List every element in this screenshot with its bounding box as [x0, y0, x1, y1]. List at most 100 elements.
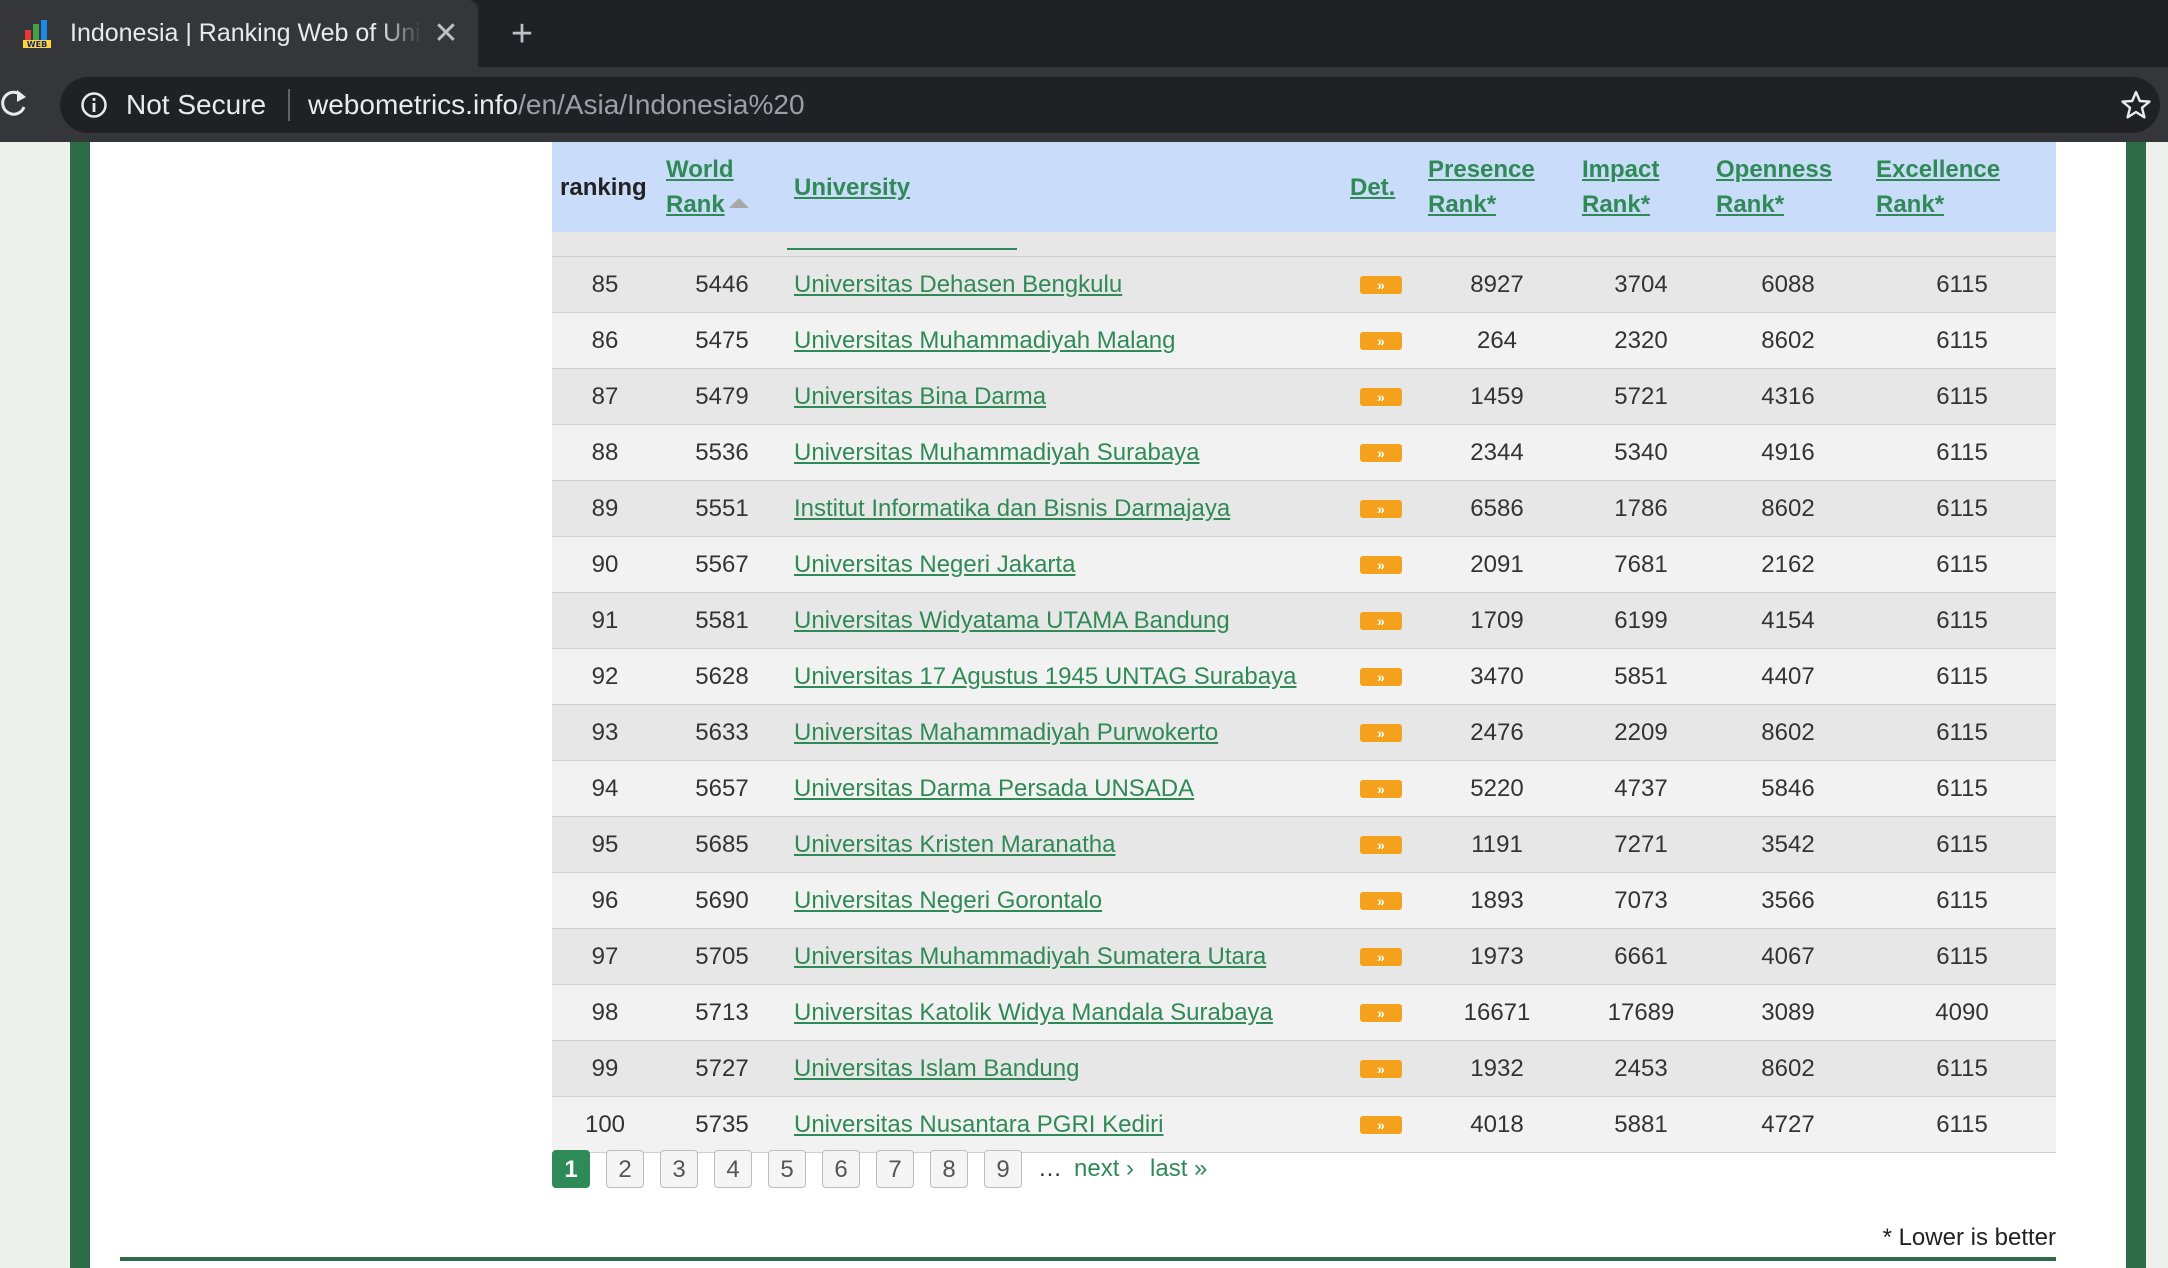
header-impact-line2: Rank*	[1582, 191, 1651, 218]
world-rank-cell: 5727	[658, 1040, 786, 1097]
details-arrow-icon[interactable]: »	[1360, 724, 1402, 743]
details-arrow-icon[interactable]: »	[1360, 500, 1402, 519]
det-cell: »	[1342, 872, 1420, 929]
world-rank-cell: 5475	[658, 312, 786, 369]
details-arrow-icon[interactable]: »	[1360, 276, 1402, 295]
header-excellence-rank[interactable]: Excellence Rank*	[1868, 142, 2056, 232]
pagination: 1 2 3 4 5 6 7 8 9 … next › last »	[552, 1147, 1223, 1191]
details-arrow-icon[interactable]: »	[1360, 1116, 1402, 1135]
table-row: 89 5551 Institut Informatika dan Bisnis Da…	[552, 480, 2056, 537]
details-arrow-icon[interactable]: »	[1360, 836, 1402, 855]
world-rank-cell: 5446	[658, 256, 786, 313]
page-7-button[interactable]: 7	[876, 1150, 914, 1188]
page-6-button[interactable]: 6	[822, 1150, 860, 1188]
openness-rank-cell: 6088	[1708, 256, 1868, 313]
details-arrow-icon[interactable]: »	[1360, 948, 1402, 967]
university-link[interactable]: Universitas Widyatama UTAMA Bandung	[794, 607, 1230, 634]
university-link[interactable]: Universitas Darma Persada UNSADA	[794, 775, 1194, 802]
details-arrow-icon[interactable]: »	[1360, 444, 1402, 463]
header-world-rank[interactable]: World Rank	[658, 142, 786, 232]
university-link[interactable]: Universitas Negeri Gorontalo	[794, 887, 1102, 914]
university-link[interactable]: Universitas Mahammadiyah Purwokerto	[794, 719, 1218, 746]
page-1-button[interactable]: 1	[552, 1150, 590, 1188]
openness-rank-cell: 4727	[1708, 1096, 1868, 1153]
impact-rank-cell: 5340	[1574, 424, 1708, 481]
details-arrow-icon[interactable]: »	[1360, 556, 1402, 575]
impact-rank-cell: 4737	[1574, 760, 1708, 817]
impact-sort-link[interactable]: Impact Rank*	[1582, 156, 1659, 218]
university-link[interactable]: Institut Informatika dan Bisnis Darmajay…	[794, 495, 1230, 522]
header-openness-rank[interactable]: Openness Rank*	[1708, 142, 1868, 232]
close-tab-icon[interactable]: ✕	[430, 18, 462, 50]
details-arrow-icon[interactable]: »	[1360, 1004, 1402, 1023]
page-8-button[interactable]: 8	[930, 1150, 968, 1188]
details-arrow-icon[interactable]: »	[1360, 388, 1402, 407]
header-impact-rank[interactable]: Impact Rank*	[1574, 142, 1708, 232]
header-presence-rank[interactable]: Presence Rank*	[1420, 142, 1574, 232]
university-link[interactable]: Universitas Kristen Maranatha	[794, 831, 1115, 858]
security-status[interactable]: Not Secure	[126, 89, 266, 121]
university-link[interactable]: Universitas Muhammadiyah Malang	[794, 327, 1176, 354]
university-link[interactable]: Universitas Negeri Jakarta	[794, 551, 1075, 578]
page-3-button[interactable]: 3	[660, 1150, 698, 1188]
details-arrow-icon[interactable]: »	[1360, 1060, 1402, 1079]
excellence-rank-cell: 6115	[1868, 928, 2056, 985]
excellence-rank-cell: 6115	[1868, 312, 2056, 369]
university-link[interactable]: Universitas 17 Agustus 1945 UNTAG Suraba…	[794, 663, 1296, 690]
new-tab-button[interactable]: +	[504, 14, 540, 54]
url-path: /en/Asia/Indonesia%20	[518, 89, 805, 120]
presence-sort-link[interactable]: Presence Rank*	[1428, 156, 1535, 218]
page-9-button[interactable]: 9	[984, 1150, 1022, 1188]
university-link[interactable]: Universitas Muhammadiyah Surabaya	[794, 439, 1200, 466]
partial-university-link[interactable]	[787, 238, 1017, 250]
ranking-cell: 96	[552, 872, 658, 929]
next-page-link[interactable]: next ›	[1074, 1155, 1134, 1183]
bookmark-star-icon[interactable]	[2120, 89, 2152, 121]
details-arrow-icon[interactable]: »	[1360, 892, 1402, 911]
address-bar[interactable]: Not Secure webometrics.info/en/Asia/Indo…	[60, 77, 2160, 133]
det-sort-link[interactable]: Det.	[1350, 174, 1395, 201]
page-4-button[interactable]: 4	[714, 1150, 752, 1188]
details-arrow-icon[interactable]: »	[1360, 780, 1402, 799]
url-text[interactable]: webometrics.info/en/Asia/Indonesia%20	[308, 89, 805, 121]
header-university[interactable]: University	[786, 142, 1342, 232]
page-2-button[interactable]: 2	[606, 1150, 644, 1188]
university-link[interactable]: Universitas Nusantara PGRI Kediri	[794, 1111, 1163, 1138]
bottom-divider	[120, 1257, 2056, 1261]
presence-rank-cell: 16671	[1420, 984, 1574, 1041]
university-link[interactable]: Universitas Muhammadiyah Sumatera Utara	[794, 943, 1266, 970]
header-presence-line1: Presence	[1428, 156, 1535, 183]
info-icon[interactable]	[80, 91, 108, 119]
university-cell: Universitas Negeri Jakarta	[786, 536, 1342, 593]
university-link[interactable]: Universitas Bina Darma	[794, 383, 1046, 410]
details-arrow-icon[interactable]: »	[1360, 612, 1402, 631]
details-arrow-icon[interactable]: »	[1360, 668, 1402, 687]
browser-tab[interactable]: WEB Indonesia | Ranking Web of Universit…	[0, 0, 478, 67]
world-rank-sort-link[interactable]: World Rank	[666, 156, 734, 218]
web-page: ranking World Rank University Det. Presen…	[0, 142, 2168, 1268]
table-row: 98 5713 Universitas Katolik Widya Mandala …	[552, 984, 2056, 1041]
ranking-cell: 99	[552, 1040, 658, 1097]
university-link[interactable]: Universitas Islam Bandung	[794, 1055, 1079, 1082]
header-det[interactable]: Det.	[1342, 142, 1420, 232]
world-rank-cell: 5633	[658, 704, 786, 761]
table-row: 96 5690 Universitas Negeri Gorontalo » 1893 7…	[552, 872, 2056, 929]
university-sort-link[interactable]: University	[794, 174, 910, 201]
reload-icon[interactable]	[0, 87, 30, 121]
partial-cell	[552, 232, 658, 257]
world-rank-cell: 5713	[658, 984, 786, 1041]
header-excellence-line1: Excellence	[1876, 156, 2001, 183]
openness-sort-link[interactable]: Openness Rank*	[1716, 156, 1832, 218]
page-5-button[interactable]: 5	[768, 1150, 806, 1188]
header-openness-line2: Rank*	[1716, 191, 1785, 218]
pager-ellipsis: …	[1038, 1155, 1062, 1182]
university-link[interactable]: Universitas Dehasen Bengkulu	[794, 271, 1122, 298]
det-cell: »	[1342, 256, 1420, 313]
details-arrow-icon[interactable]: »	[1360, 332, 1402, 351]
excellence-sort-link[interactable]: Excellence Rank*	[1876, 156, 2000, 218]
openness-rank-cell: 8602	[1708, 312, 1868, 369]
det-cell: »	[1342, 1096, 1420, 1153]
last-page-link[interactable]: last »	[1150, 1155, 1207, 1183]
partial-cell	[1708, 232, 1868, 257]
university-link[interactable]: Universitas Katolik Widya Mandala Suraba…	[794, 999, 1273, 1026]
